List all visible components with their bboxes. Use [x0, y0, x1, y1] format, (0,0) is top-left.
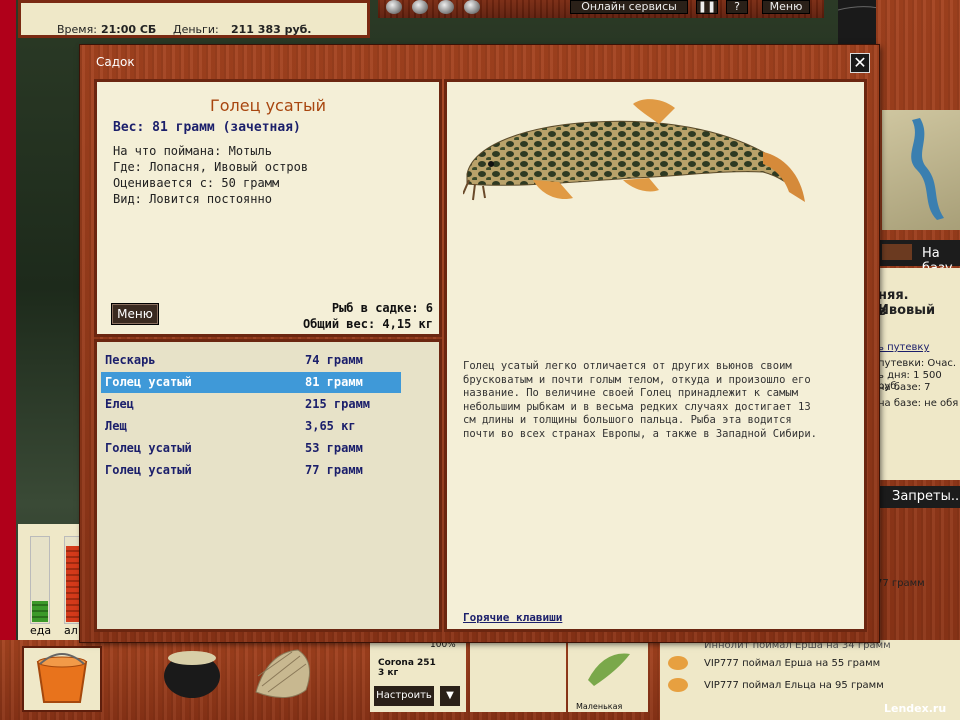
bait-slot-icon[interactable]	[412, 0, 428, 14]
dropdown-arrow-icon[interactable]: ▼	[440, 686, 460, 706]
help-button[interactable]: ?	[726, 0, 748, 14]
pause-icon[interactable]: ❚❚	[696, 0, 718, 14]
lure-name: Маленькая	[576, 702, 623, 711]
fish-info-panel: Голец усатый Вес: 81 грамм (зачетная) На…	[94, 79, 442, 337]
dialog-menu-button[interactable]: Меню	[111, 303, 159, 325]
fish-list-weight: 53 грамм	[305, 441, 363, 455]
cauldron-icon[interactable]	[160, 642, 224, 702]
fish-list-name: Лещ	[105, 419, 127, 433]
fishing-net-icon[interactable]	[248, 642, 318, 704]
dialog-title: Садок	[96, 55, 135, 69]
bucket-icon	[36, 653, 88, 703]
lake-map[interactable]	[882, 110, 960, 230]
fish-list-item[interactable]: Голец усатый 53 грамм	[101, 438, 401, 459]
fish-list-weight: 74 грамм	[305, 353, 363, 367]
fish-list-item[interactable]: Елец 215 грамм	[101, 394, 401, 415]
fish-list-name: Голец усатый	[105, 463, 192, 477]
fish-list-weight: 215 грамм	[305, 397, 371, 411]
tackle-weight: 3 кг	[378, 668, 399, 678]
close-icon[interactable]: ✕	[850, 53, 870, 73]
valued-from: Оценивается с: 50 грамм	[113, 176, 280, 190]
fish-list-panel: Пескарь 74 грамм Голец усатый 81 грамм Е…	[94, 339, 442, 632]
bait-slot-icon[interactable]	[464, 0, 480, 14]
tackle-slot[interactable]: 100% Corona 251 3 кг Настроить ▼	[370, 640, 466, 712]
fish-badge-icon	[668, 656, 688, 670]
loach-fish-image	[463, 99, 805, 202]
fish-list-weight: 77 грамм	[305, 463, 363, 477]
fish-list-item-selected[interactable]: Голец усатый 81 грамм	[101, 372, 401, 393]
hotkeys-link[interactable]: Горячие клавиши	[463, 611, 562, 624]
buy-voucher-link[interactable]: ь путевку	[878, 342, 929, 353]
fish-badge-icon	[668, 678, 688, 692]
fish-keeper-dialog: Садок ✕ Голец усатый Вес: 81 грамм (заче…	[80, 45, 879, 642]
food-label: еда	[30, 624, 52, 637]
fish-list-name: Голец усатый	[105, 375, 192, 389]
top-status-panel: Время: 21:00 СБ Деньги: 211 383 руб.	[18, 0, 370, 38]
location-name: няя. Ивовый	[878, 288, 936, 318]
watermark: Lendex.ru	[884, 702, 947, 715]
tackle-name: Corona 251	[378, 658, 436, 668]
chat-line: VIP777 поймал Ельца на 95 грамм	[704, 680, 884, 691]
chat-line: VIP777 поймал Ерша на 55 грамм	[704, 658, 881, 669]
lake-shape-icon	[911, 118, 944, 220]
main-menu-button[interactable]: Меню	[762, 0, 810, 14]
bait-slot-icon[interactable]	[438, 0, 454, 14]
fish-description-panel: Голец усатый легко отличается от других …	[444, 79, 867, 632]
fish-count: Рыб в садке: 6	[331, 301, 433, 315]
trip-info-line: путевки: Очас.	[878, 358, 956, 369]
lure-slot[interactable]: Маленькая	[568, 640, 648, 712]
location-name-cont: в	[878, 304, 887, 319]
fish-description: Голец усатый легко отличается от других …	[463, 360, 818, 440]
trip-info-line: на базе: 7	[878, 382, 931, 393]
bait-slot-icon[interactable]	[386, 0, 402, 14]
total-weight: Общий вес: 4,15 кг	[302, 317, 433, 331]
location-info: няя. Ивовый в ь путевку путевки: Очас. ь…	[876, 268, 960, 480]
fish-list-weight: 81 грамм	[305, 375, 363, 389]
fish-list-item[interactable]: Пескарь 74 грамм	[101, 350, 401, 371]
fish-weight: Вес: 81 грамм (зачетная)	[113, 120, 301, 135]
fish-list-name: Голец усатый	[105, 441, 192, 455]
food-gauge	[30, 536, 50, 624]
left-edge-strip	[0, 0, 16, 720]
money-value: 211 383 руб.	[231, 23, 312, 36]
empty-slot	[470, 640, 566, 712]
lure-icon	[588, 653, 630, 686]
alcohol-label: ал	[64, 624, 78, 637]
top-toolbar: Онлайн сервисы ❚❚ ? Меню	[378, 0, 824, 18]
food-gauge-fill	[32, 601, 48, 622]
trip-info-line: на базе: не обя	[878, 398, 959, 409]
time-label: Время:	[57, 23, 97, 36]
fish-list-item[interactable]: Голец усатый 77 грамм	[101, 460, 401, 481]
to-base-button[interactable]: На базу	[876, 240, 960, 276]
fish-list-item[interactable]: Лещ 3,65 кг	[101, 416, 401, 437]
fish-list-name: Елец	[105, 397, 134, 411]
status-gauges: еда ал	[18, 524, 84, 640]
house-icon	[882, 244, 912, 260]
money-label: Деньги:	[173, 23, 219, 36]
fish-list-weight: 3,65 кг	[305, 419, 356, 433]
setup-button[interactable]: Настроить	[374, 686, 434, 706]
fish-kind: Вид: Ловится постоянно	[113, 192, 272, 206]
time-value: 21:00 СБ	[101, 23, 157, 36]
bans-button[interactable]: Запреты...	[876, 486, 960, 508]
catch-location: Где: Лопасня, Ивовый остров	[113, 160, 309, 174]
caught-with: На что поймана: Мотыль	[113, 144, 272, 158]
bans-label: Запреты...	[892, 489, 960, 504]
chat-partial-line: 77 грамм	[876, 578, 925, 589]
online-services-button[interactable]: Онлайн сервисы	[570, 0, 688, 14]
fish-list-name: Пескарь	[105, 353, 156, 367]
fish-name: Голец усатый	[209, 96, 326, 115]
bucket-slot[interactable]	[22, 646, 102, 712]
